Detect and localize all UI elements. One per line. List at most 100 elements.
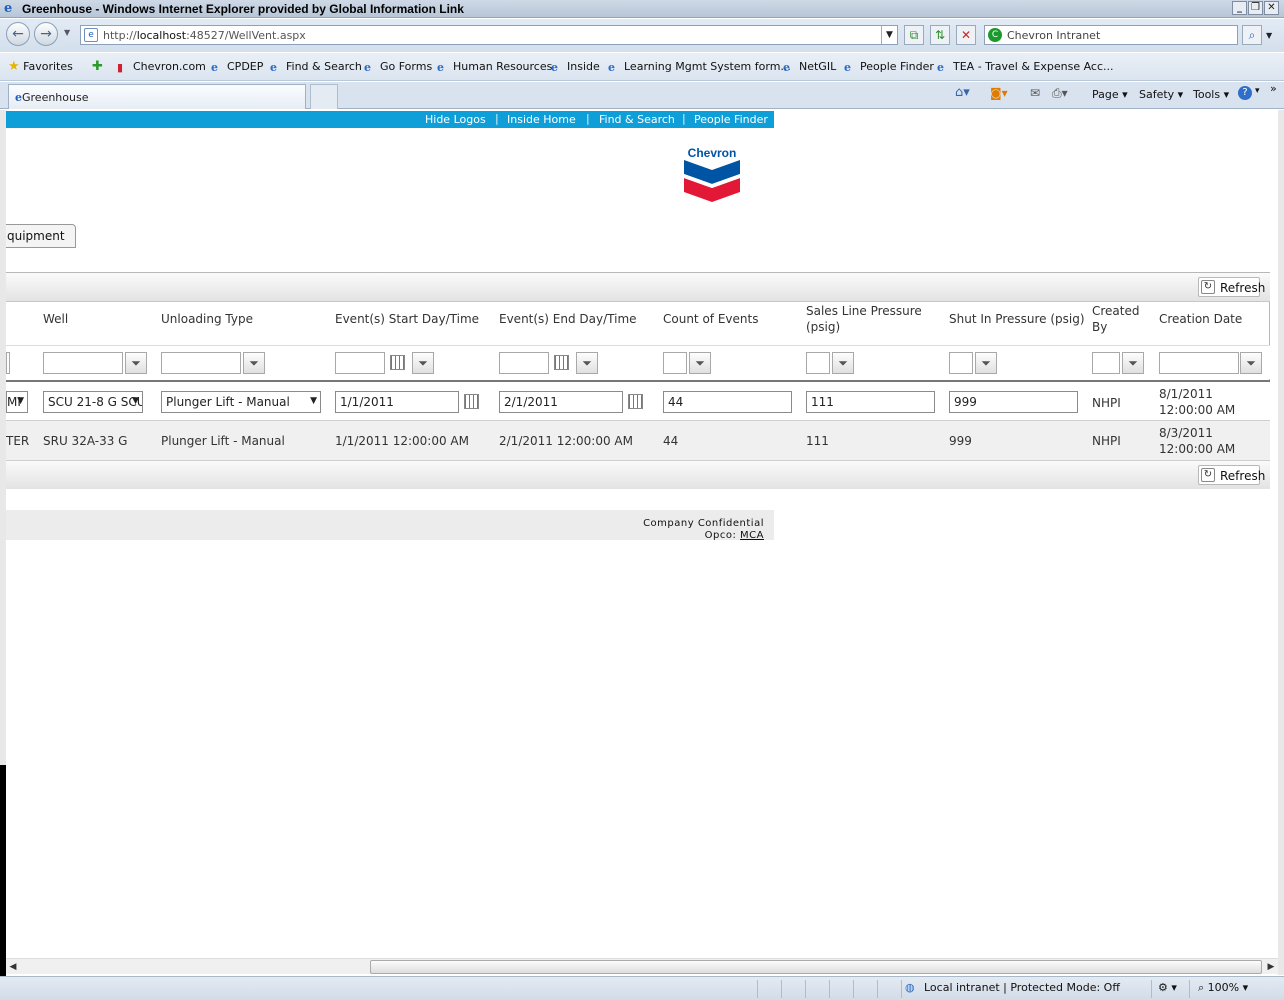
filter-icon[interactable]: ⏷ — [975, 352, 997, 374]
more-commands-icon[interactable]: » — [1270, 82, 1277, 95]
filter-shutin-input[interactable] — [949, 352, 973, 374]
edit-unloading-select[interactable]: Plunger Lift - Manual ▼ — [161, 391, 321, 413]
calendar-icon[interactable] — [390, 355, 405, 370]
tab-equipment[interactable]: quipment — [6, 224, 76, 248]
scrollbar-thumb[interactable] — [370, 960, 1262, 974]
link-separator: | — [682, 112, 686, 125]
fav-tea[interactable]: e TEA - Travel & Expense Acc... — [937, 60, 1114, 76]
people-finder-link[interactable]: People Finder — [694, 113, 768, 126]
header-created-by[interactable]: Created By — [1092, 303, 1142, 335]
filter-end-input[interactable] — [499, 352, 549, 374]
header-shut-in-pressure[interactable]: Shut In Pressure (psig) — [949, 311, 1085, 327]
filter-start-input[interactable] — [335, 352, 385, 374]
filter-icon[interactable]: ⏷ — [689, 352, 711, 374]
help-icon[interactable]: ? — [1238, 86, 1252, 100]
header-sales-line-pressure[interactable]: Sales Line Pressure (psig) — [806, 303, 926, 335]
well-vent-grid: ↻ Refresh Well Unloading Type Event(s) S… — [6, 272, 1270, 489]
fav-learning-mgmt[interactable]: e Learning Mgmt System form... — [608, 60, 791, 76]
edit-created-by: NHPI — [1092, 396, 1121, 410]
fav-cpdep[interactable]: e CPDEP — [211, 60, 263, 76]
header-end[interactable]: Event(s) End Day/Time — [499, 311, 637, 327]
edit-sales-input[interactable]: 111 — [806, 391, 935, 413]
tab-greenhouse[interactable]: eGreenhouse — [8, 84, 306, 109]
add-favorite-icon[interactable]: ✚ — [92, 59, 103, 74]
address-dropdown-icon[interactable]: ▼ — [881, 26, 897, 44]
filter-icon[interactable]: ⏷ — [125, 352, 147, 374]
find-search-link[interactable]: Find & Search — [599, 113, 675, 126]
edit-first-select[interactable]: MI ▼ — [6, 391, 28, 413]
hide-logos-link[interactable]: Hide Logos — [425, 113, 486, 126]
forward-button[interactable]: → — [34, 22, 58, 46]
address-bar[interactable]: e http://localhost:48527/WellVent.aspx ▼ — [80, 25, 898, 45]
minimize-button[interactable]: _ — [1232, 1, 1247, 15]
filter-icon[interactable]: ⏷ — [576, 352, 598, 374]
fav-chevron[interactable]: ▮ Chevron.com — [117, 60, 206, 76]
fav-people-finder[interactable]: e People Finder — [844, 60, 934, 76]
header-start[interactable]: Event(s) Start Day/Time — [335, 311, 479, 327]
fav-netgil[interactable]: e NetGIL — [783, 60, 836, 76]
feeds-icon[interactable]: ◙▾ — [990, 86, 1008, 100]
horizontal-scrollbar[interactable]: ◀ ▶ — [6, 958, 1278, 974]
tab-equipment-label: quipment — [7, 229, 65, 243]
filter-icon[interactable]: ⏷ — [832, 352, 854, 374]
fav-human-resources[interactable]: e Human Resources — [437, 60, 552, 76]
edit-start-input[interactable]: 1/1/2011 — [335, 391, 459, 413]
fav-find-search[interactable]: e Find & Search — [270, 60, 362, 76]
filter-well-input[interactable] — [43, 352, 123, 374]
back-button[interactable]: ← — [6, 22, 30, 46]
header-unloading-type[interactable]: Unloading Type — [161, 311, 253, 327]
fav-go-forms[interactable]: e Go Forms — [364, 60, 432, 76]
calendar-icon[interactable] — [464, 394, 479, 409]
header-count[interactable]: Count of Events — [663, 311, 758, 327]
header-creation-date[interactable]: Creation Date — [1159, 311, 1242, 327]
filter-icon[interactable]: ⏷ — [1122, 352, 1144, 374]
new-tab-button[interactable] — [310, 84, 338, 109]
scroll-left-icon[interactable]: ◀ — [6, 960, 20, 974]
stop-icon[interactable]: ✕ — [956, 25, 976, 45]
filter-count-input[interactable] — [663, 352, 687, 374]
filter-creationdate-input[interactable] — [1159, 352, 1239, 374]
filter-icon[interactable]: ⏷ — [412, 352, 434, 374]
calendar-icon[interactable] — [628, 394, 643, 409]
search-icon[interactable]: ⌕ — [1242, 25, 1262, 45]
refresh-button-top[interactable]: ↻ Refresh — [1198, 277, 1265, 297]
fav-inside[interactable]: e Inside — [551, 60, 600, 76]
edit-shutin-input[interactable]: 999 — [949, 391, 1078, 413]
edit-count-input[interactable]: 44 — [663, 391, 792, 413]
filter-icon[interactable]: ⏷ — [1240, 352, 1262, 374]
filter-icon[interactable]: ⏷ — [243, 352, 265, 374]
protected-mode-icon[interactable]: ⚙ ▾ — [1158, 981, 1177, 994]
search-options-icon[interactable]: ▼ — [1266, 31, 1272, 40]
search-box[interactable]: C Chevron Intranet — [984, 25, 1238, 45]
read-mail-icon[interactable]: ✉ — [1030, 86, 1040, 100]
security-zone[interactable]: Local intranet | Protected Mode: Off — [924, 981, 1120, 994]
page-menu[interactable]: Page ▾ — [1092, 88, 1128, 101]
history-dropdown-icon[interactable]: ▼ — [64, 28, 70, 37]
compatibility-view-icon[interactable]: ⧉ — [904, 25, 924, 45]
calendar-icon[interactable] — [554, 355, 569, 370]
safety-menu[interactable]: Safety ▾ — [1139, 88, 1183, 101]
table-row[interactable]: TER SRU 32A-33 G Plunger Lift - Manual 1… — [6, 421, 1270, 461]
filter-input[interactable] — [6, 352, 10, 374]
filter-sales-input[interactable] — [806, 352, 830, 374]
header-well[interactable]: Well — [43, 311, 68, 327]
inside-home-link[interactable]: Inside Home — [507, 113, 576, 126]
favorites-button[interactable]: ★ Favorites — [8, 59, 73, 75]
filter-unloading-input[interactable] — [161, 352, 241, 374]
home-icon[interactable]: ⌂▾ — [955, 85, 970, 100]
close-window-button[interactable]: ✕ — [1264, 1, 1279, 15]
scroll-right-icon[interactable]: ▶ — [1264, 960, 1278, 974]
edit-well-select[interactable]: SCU 21-8 G SCU ▼ — [43, 391, 143, 413]
opco-link[interactable]: MCA — [740, 530, 764, 541]
tools-menu[interactable]: Tools ▾ — [1193, 88, 1229, 101]
refresh-page-icon[interactable]: ⇅ — [930, 25, 950, 45]
refresh-button-bottom[interactable]: ↻ Refresh — [1198, 465, 1265, 485]
edit-end-input[interactable]: 2/1/2011 — [499, 391, 623, 413]
help-dropdown-icon[interactable]: ▾ — [1255, 86, 1260, 96]
search-input[interactable]: Chevron Intranet — [1007, 29, 1100, 42]
restore-button[interactable]: ❐ — [1248, 1, 1263, 15]
filter-createdby-input[interactable] — [1092, 352, 1120, 374]
address-url[interactable]: http://localhost:48527/WellVent.aspx — [103, 29, 306, 42]
zoom-level[interactable]: ⌕ 100% ▾ — [1198, 981, 1248, 995]
print-icon[interactable]: ⎙▾ — [1052, 86, 1068, 101]
